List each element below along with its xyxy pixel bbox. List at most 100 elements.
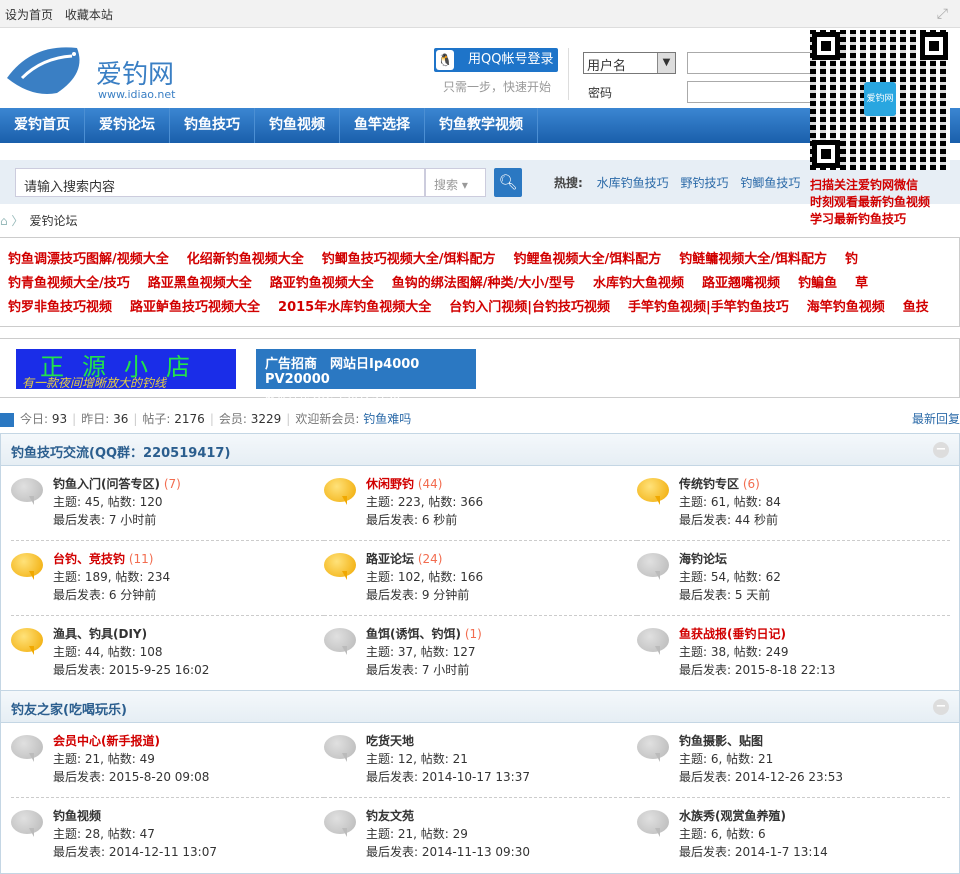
- video-link[interactable]: 钓鲫鱼技巧视频大全/饵料配方: [322, 252, 496, 267]
- video-link[interactable]: 手竿钓鱼视频|手竿钓鱼技巧: [628, 300, 789, 315]
- video-link[interactable]: 台钓入门视频|台钓技巧视频: [449, 300, 610, 315]
- qq-login-button[interactable]: 🐧 用QQ帐号登录: [434, 48, 558, 72]
- wechat-qr-code: 爱钓网: [810, 30, 950, 170]
- advertise-banner[interactable]: 广告招商 网站日Ip4000 PV20000 联系方式 QQ: 130125136: [256, 349, 476, 402]
- breadcrumb-current[interactable]: 爱钓论坛: [29, 214, 77, 228]
- video-link[interactable]: 路亚钓鱼视频大全: [270, 276, 374, 291]
- nav-tips[interactable]: 钓鱼技巧: [170, 108, 255, 143]
- section-title[interactable]: 钓友之家(吃喝玩乐): [11, 703, 127, 718]
- video-link[interactable]: 钓青鱼视频大全/技巧: [8, 276, 130, 291]
- forum-item: 吃货天地 主题: 12, 帖数: 21 最后发表: 2014-10-17 13:3…: [324, 723, 637, 798]
- video-link[interactable]: 钓: [845, 252, 858, 267]
- forum-name-link[interactable]: 渔具、钓具(DIY): [53, 627, 147, 641]
- password-input[interactable]: [687, 81, 817, 103]
- forum-name-link[interactable]: 鱼饵(诱饵、钓饵): [366, 627, 461, 641]
- no-new-posts-bubble-icon: [11, 735, 43, 762]
- last-post-text[interactable]: 最后发表: 9 分钟前: [366, 586, 483, 604]
- no-new-posts-bubble-icon: [637, 553, 669, 580]
- collapse-icon[interactable]: −: [933, 442, 949, 458]
- logo[interactable]: 爱钓网 www.idiao.net: [2, 38, 192, 101]
- forum-name-link[interactable]: 钓鱼视频: [53, 809, 101, 823]
- username-input[interactable]: [687, 52, 817, 74]
- video-link[interactable]: 草: [855, 276, 868, 291]
- chevron-down-icon: ▼: [657, 53, 675, 73]
- last-post-text[interactable]: 最后发表: 6 秒前: [366, 511, 483, 529]
- login-type-select[interactable]: 用户名 ▼: [583, 52, 676, 74]
- forum-stats-text: 主题: 45, 帖数: 120: [53, 495, 163, 509]
- last-post-text[interactable]: 最后发表: 2014-10-17 13:37: [366, 768, 530, 786]
- hot-link[interactable]: 钓鲫鱼技巧: [740, 176, 800, 190]
- forum-item: 传统钓专区 (6) 主题: 61, 帖数: 84 最后发表: 44 秒前: [637, 466, 950, 541]
- forum-name-link[interactable]: 钓友文苑: [366, 809, 414, 823]
- qr-caption: 扫描关注爱钓网微信 时刻观看最新钓鱼视频 学习最新钓鱼技巧: [810, 177, 960, 228]
- forum-name-link[interactable]: 休闲野钓: [366, 477, 414, 491]
- video-link[interactable]: 路亚翘嘴视频: [702, 276, 780, 291]
- forum-stats-text: 主题: 102, 帖数: 166: [366, 570, 484, 584]
- logo-text: 爱钓网: [96, 60, 175, 90]
- forum-name-link[interactable]: 钓鱼入门(问答专区): [53, 477, 160, 491]
- video-link[interactable]: 钓鱼调漂技巧图解/视频大全: [8, 252, 169, 267]
- last-post-text[interactable]: 最后发表: 2014-11-13 09:30: [366, 843, 530, 861]
- last-post-text[interactable]: 最后发表: 7 小时前: [366, 661, 482, 679]
- forum-name-link[interactable]: 钓鱼摄影、贴图: [679, 734, 763, 748]
- forum-name-link[interactable]: 台钓、竞技钓: [53, 552, 125, 566]
- last-post-text[interactable]: 最后发表: 44 秒前: [679, 511, 781, 529]
- hot-link[interactable]: 野钓技巧: [680, 176, 728, 190]
- last-post-text[interactable]: 最后发表: 2015-8-20 09:08: [53, 768, 209, 786]
- video-link[interactable]: 路亚黑鱼视频大全: [148, 276, 252, 291]
- new-member-link[interactable]: 钓鱼难吗: [363, 412, 411, 426]
- search-input[interactable]: 请输入搜索内容: [15, 168, 425, 197]
- last-post-text[interactable]: 最后发表: 2015-9-25 16:02: [53, 661, 209, 679]
- yesterday-label: 昨日:: [81, 412, 110, 426]
- nav-rods[interactable]: 鱼竿选择: [340, 108, 425, 143]
- shop-ad-banner[interactable]: 正源小店 有一款夜间增晰放大的钓线: [16, 349, 236, 389]
- set-home-link[interactable]: 设为首页: [5, 8, 53, 22]
- no-new-posts-bubble-icon: [637, 628, 669, 655]
- search-type-dropdown[interactable]: 搜索 ▾: [425, 168, 486, 197]
- last-post-text[interactable]: 最后发表: 2014-1-7 13:14: [679, 843, 828, 861]
- section-title[interactable]: 钓鱼技巧交流(QQ群：220519417): [11, 446, 230, 461]
- qq-penguin-icon: 🐧: [436, 50, 454, 70]
- collapse-icon[interactable]: −: [933, 699, 949, 715]
- last-post-text[interactable]: 最后发表: 7 小时前: [53, 511, 181, 529]
- nav-teaching-videos[interactable]: 钓鱼教学视频: [425, 108, 538, 143]
- forum-name-link[interactable]: 吃货天地: [366, 734, 414, 748]
- link-row: 钓鱼调漂技巧图解/视频大全 化绍新钓鱼视频大全 钓鲫鱼技巧视频大全/饵料配方 钓鲤鱼视…: [8, 248, 959, 272]
- forum-item: 钓鱼视频 主题: 28, 帖数: 47 最后发表: 2014-12-11 13:0…: [11, 798, 324, 873]
- last-post-text[interactable]: 最后发表: 2014-12-11 13:07: [53, 843, 217, 861]
- nav-home[interactable]: 爱钓首页: [0, 108, 85, 143]
- fullscreen-icon[interactable]: ⤢: [937, 6, 948, 22]
- today-count: (24): [417, 552, 443, 566]
- forum-name-link[interactable]: 鱼获战报(垂钓日记): [679, 627, 786, 641]
- last-post-text[interactable]: 最后发表: 6 分钟前: [53, 586, 170, 604]
- video-link[interactable]: 化绍新钓鱼视频大全: [187, 252, 304, 267]
- forum-name-link[interactable]: 海钓论坛: [679, 552, 727, 566]
- nav-forum[interactable]: 爱钓论坛: [85, 108, 170, 143]
- video-link[interactable]: 鱼技: [903, 300, 929, 315]
- forum-name-link[interactable]: 会员中心(新手报道): [53, 734, 160, 748]
- bookmark-link[interactable]: 收藏本站: [65, 8, 113, 22]
- video-link[interactable]: 钓鲢鳙视频大全/饵料配方: [679, 252, 827, 267]
- nav-videos[interactable]: 钓鱼视频: [255, 108, 340, 143]
- video-link[interactable]: 钓鳊鱼: [798, 276, 837, 291]
- last-post-text[interactable]: 最后发表: 2015-8-18 22:13: [679, 661, 835, 679]
- last-post-text[interactable]: 最后发表: 2014-12-26 23:53: [679, 768, 843, 786]
- video-link[interactable]: 钓罗非鱼技巧视频: [8, 300, 112, 315]
- video-link[interactable]: 钓鲤鱼视频大全/饵料配方: [514, 252, 662, 267]
- last-post-text[interactable]: 最后发表: 5 天前: [679, 586, 781, 604]
- forum-name-link[interactable]: 路亚论坛: [366, 552, 414, 566]
- home-icon[interactable]: ⌂ 〉: [0, 214, 23, 228]
- video-link[interactable]: 路亚鲈鱼技巧视频大全: [130, 300, 260, 315]
- forum-name-link[interactable]: 传统钓专区: [679, 477, 739, 491]
- forum-name-link[interactable]: 水族秀(观赏鱼养殖): [679, 809, 786, 823]
- shop-ad-subtitle: 有一款夜间增晰放大的钓线: [22, 376, 167, 389]
- video-link[interactable]: 2015年水库钓鱼视频大全: [278, 300, 431, 315]
- latest-replies-link[interactable]: 最新回复: [912, 410, 960, 427]
- search-button[interactable]: 🔍︎: [494, 168, 522, 197]
- hot-link[interactable]: 水库钓鱼技巧: [597, 176, 669, 190]
- forum-stats-text: 主题: 12, 帖数: 21: [366, 752, 468, 766]
- video-link[interactable]: 海竿钓鱼视频: [807, 300, 885, 315]
- no-new-posts-bubble-icon: [324, 735, 356, 762]
- video-link[interactable]: 水库钓大鱼视频: [593, 276, 684, 291]
- video-link[interactable]: 鱼钩的绑法图解/种类/大小/型号: [392, 276, 575, 291]
